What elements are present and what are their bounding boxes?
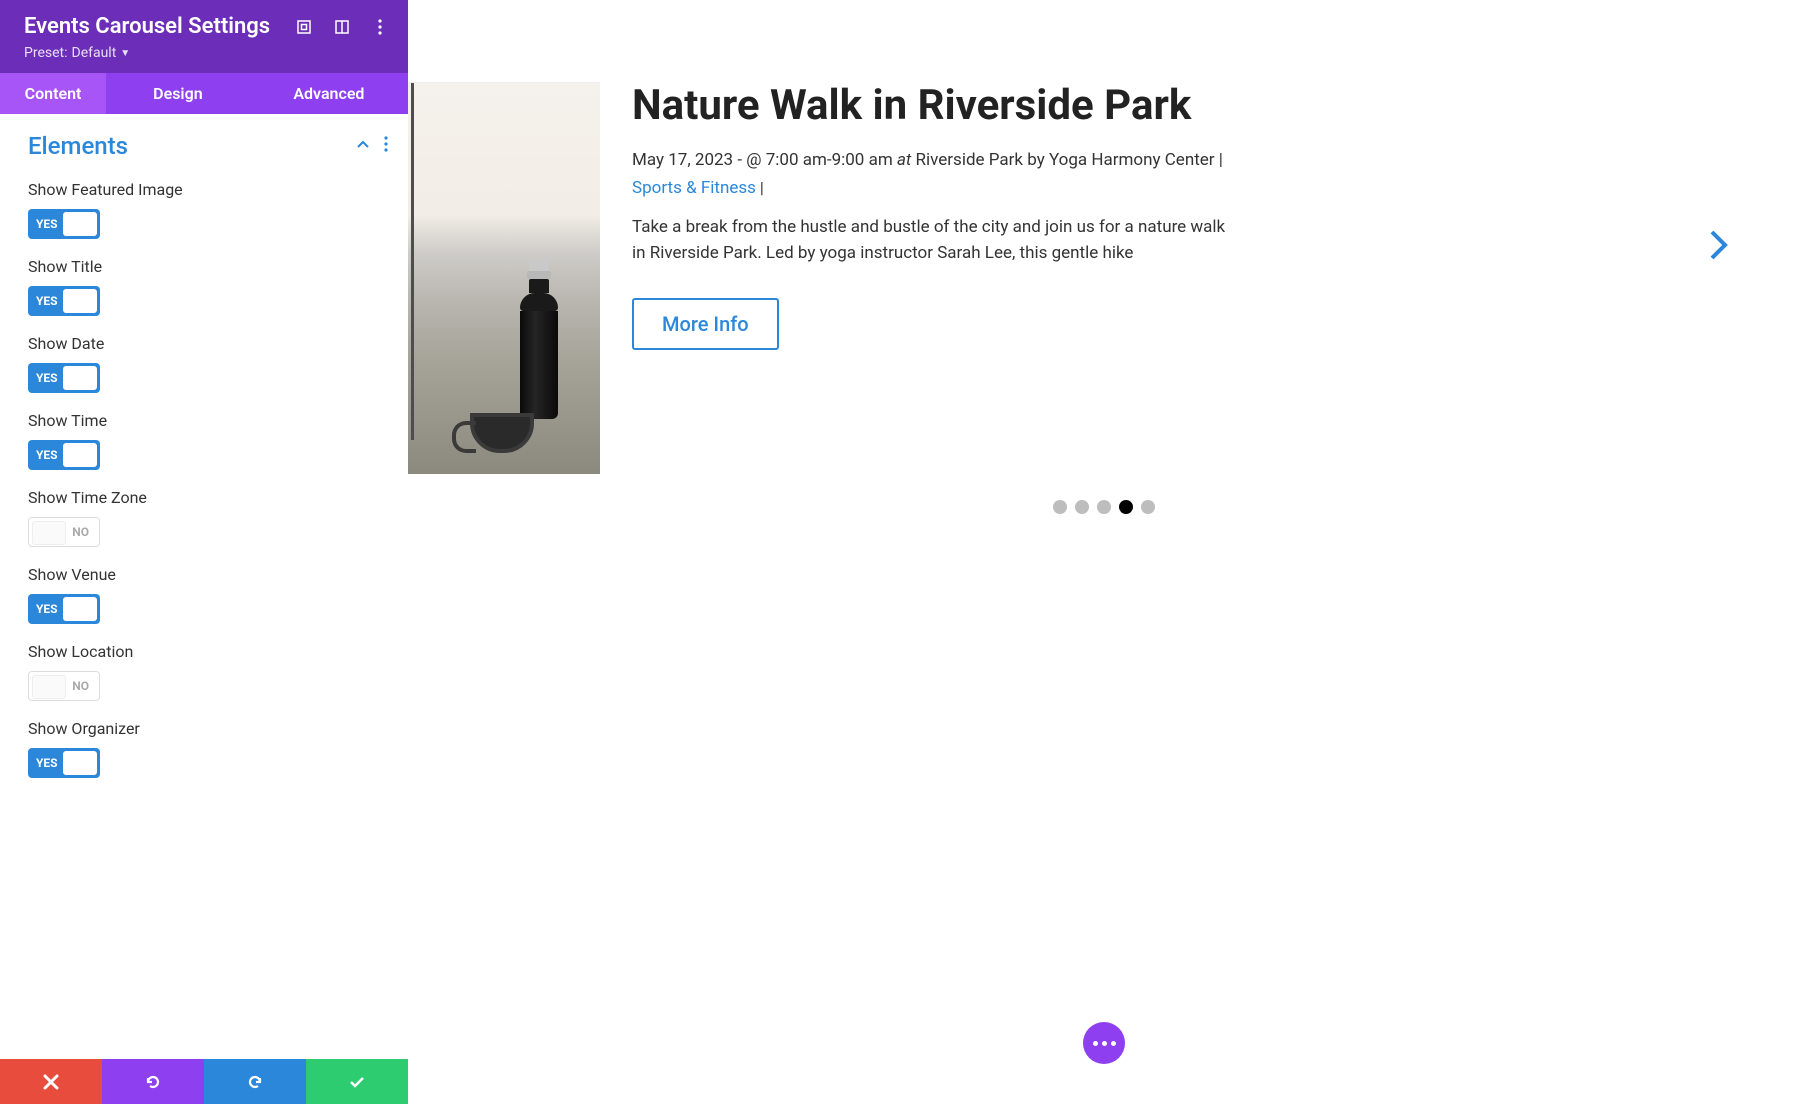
toggle-switch[interactable]: YES <box>28 286 100 316</box>
carousel-dots <box>1053 500 1155 514</box>
toggle-switch[interactable]: YES <box>28 440 100 470</box>
toggle-text: YES <box>36 756 58 770</box>
tab-content[interactable]: Content <box>0 73 106 114</box>
field-label: Show Title <box>28 257 380 276</box>
toggle-switch[interactable]: YES <box>28 363 100 393</box>
more-icon[interactable] <box>372 19 388 35</box>
undo-button[interactable] <box>102 1059 204 1104</box>
carousel-dot[interactable] <box>1053 500 1067 514</box>
panel-body: Elements Show Featured ImageYESShow Titl… <box>0 114 408 1059</box>
preset-value: Default <box>72 45 117 61</box>
event-category-link[interactable]: Sports & Fitness <box>632 178 756 198</box>
chevron-down-icon: ▼ <box>120 48 130 59</box>
toggle-thumb <box>63 751 97 775</box>
event-date: May 17, 2023 - @ 7:00 am-9:00 am <box>632 150 893 170</box>
at-word: at <box>897 150 911 170</box>
sidebar-title: Events Carousel Settings <box>24 14 270 39</box>
field-row: Show Venue YES <box>0 555 408 632</box>
settings-sidebar: Events Carousel Settings Preset: Default… <box>0 0 408 1059</box>
section-more-icon[interactable] <box>384 136 388 156</box>
cancel-button[interactable] <box>0 1059 102 1104</box>
more-info-button[interactable]: More Info <box>632 298 779 350</box>
toggle-text: YES <box>36 602 58 616</box>
redo-button[interactable] <box>204 1059 306 1104</box>
preview-area: Nature Walk in Riverside Park May 17, 20… <box>408 0 1800 1104</box>
cup-graphic <box>470 413 534 453</box>
field-label: Show Time <box>28 411 380 430</box>
event-venue: Riverside Park <box>916 150 1024 170</box>
event-card: Nature Walk in Riverside Park May 17, 20… <box>408 82 1232 474</box>
toggle-thumb <box>63 597 97 621</box>
toggle-switch[interactable]: YES <box>28 748 100 778</box>
field-row: Show Title YES <box>0 247 408 324</box>
field-label: Show Date <box>28 334 380 353</box>
field-row: Show Organizer YES <box>0 709 408 786</box>
field-label: Show Venue <box>28 565 380 584</box>
fullscreen-icon[interactable] <box>296 19 312 35</box>
field-row: Show Date YES <box>0 324 408 401</box>
page-options-fab[interactable] <box>1083 1022 1125 1064</box>
field-row: Show Location NO <box>0 632 408 709</box>
toggle-switch[interactable]: YES <box>28 209 100 239</box>
meta-sep: | <box>1219 150 1223 170</box>
field-label: Show Organizer <box>28 719 380 738</box>
toggle-text: NO <box>72 525 89 539</box>
sidebar-header: Events Carousel Settings Preset: Default… <box>0 0 408 73</box>
section-elements-title[interactable]: Elements <box>28 132 128 160</box>
bottle-graphic <box>520 259 558 417</box>
field-row: Show Featured Image YES <box>0 170 408 247</box>
field-label: Show Location <box>28 642 380 661</box>
collapse-icon[interactable] <box>356 137 370 156</box>
tab-design[interactable]: Design <box>106 73 250 114</box>
field-label: Show Featured Image <box>28 180 380 199</box>
event-description: Take a break from the hustle and bustle … <box>632 214 1232 267</box>
by-word: by <box>1027 150 1045 170</box>
toggle-switch[interactable]: NO <box>28 671 100 701</box>
event-featured-image <box>408 82 600 474</box>
event-title: Nature Walk in Riverside Park <box>632 82 1232 130</box>
sidebar-footer <box>0 1059 408 1104</box>
toggle-thumb <box>63 443 97 467</box>
carousel-dot[interactable] <box>1075 500 1089 514</box>
settings-tabs: Content Design Advanced <box>0 73 408 114</box>
toggle-text: NO <box>72 679 89 693</box>
toggle-thumb <box>32 521 66 545</box>
responsive-icon[interactable] <box>334 19 350 35</box>
toggle-thumb <box>63 366 97 390</box>
preset-label: Preset: <box>24 45 68 61</box>
carousel-dot[interactable] <box>1097 500 1111 514</box>
toggle-thumb <box>32 675 66 699</box>
field-row: Show Time Zone NO <box>0 478 408 555</box>
toggle-switch[interactable]: NO <box>28 517 100 547</box>
toggle-text: YES <box>36 217 58 231</box>
event-organizer: Yoga Harmony Center <box>1049 150 1215 170</box>
toggle-thumb <box>63 289 97 313</box>
toggle-text: YES <box>36 294 58 308</box>
toggle-thumb <box>63 212 97 236</box>
field-label: Show Time Zone <box>28 488 380 507</box>
cat-trailing: | <box>760 178 764 197</box>
toggle-text: YES <box>36 371 58 385</box>
toggle-switch[interactable]: YES <box>28 594 100 624</box>
carousel-dot[interactable] <box>1141 500 1155 514</box>
event-meta: May 17, 2023 - @ 7:00 am-9:00 am at Rive… <box>632 148 1232 174</box>
carousel-dot[interactable] <box>1119 500 1133 514</box>
save-button[interactable] <box>306 1059 408 1104</box>
carousel-next-button[interactable] <box>1708 228 1730 266</box>
toggle-text: YES <box>36 448 58 462</box>
field-row: Show Time YES <box>0 401 408 478</box>
preset-selector[interactable]: Preset: Default ▼ <box>24 45 388 61</box>
tab-advanced[interactable]: Advanced <box>250 73 408 114</box>
